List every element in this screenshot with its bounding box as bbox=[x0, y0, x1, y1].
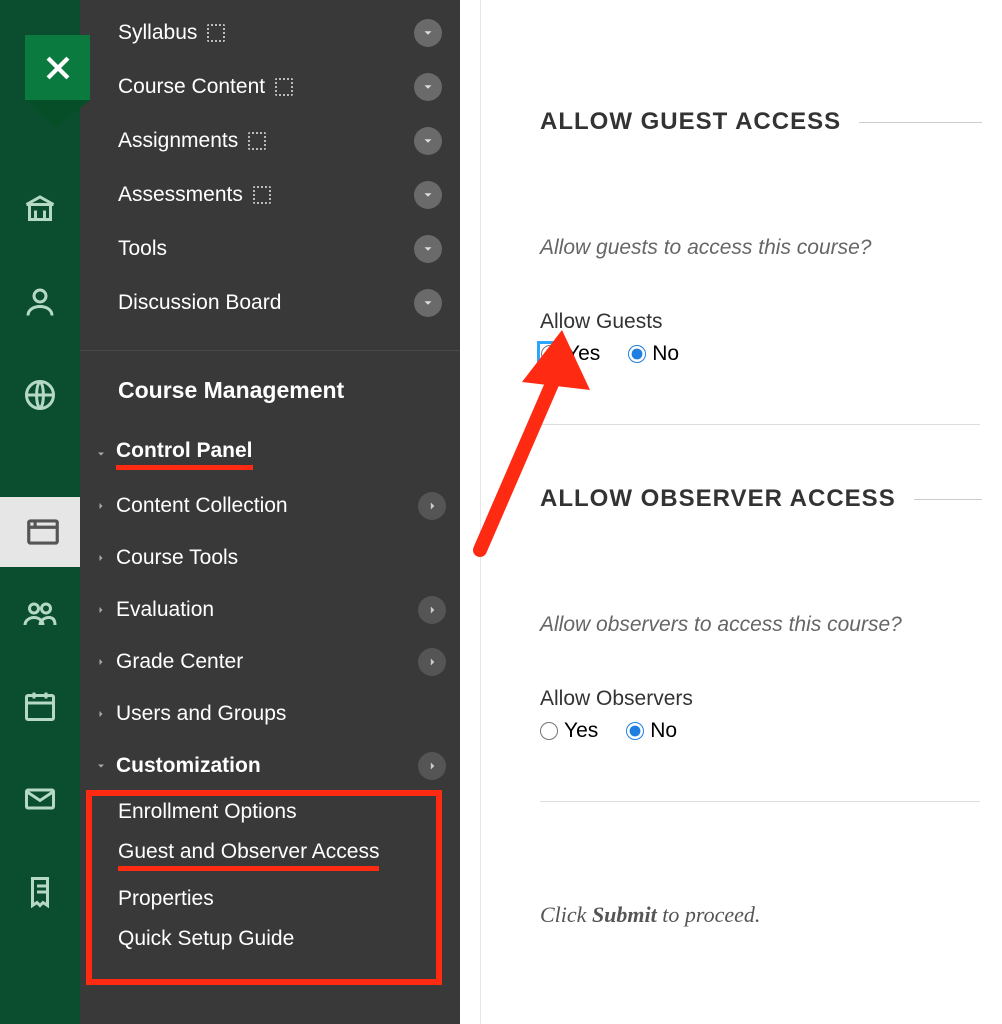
chevron-right-icon bbox=[90, 604, 112, 616]
calendar-icon[interactable] bbox=[21, 687, 59, 725]
separator bbox=[540, 424, 980, 425]
section-desc-observer: Allow observers to access this course? bbox=[540, 613, 982, 637]
cp-evaluation[interactable]: Evaluation bbox=[80, 584, 460, 636]
content-indicator-icon bbox=[248, 132, 266, 150]
course-management-header: Course Management bbox=[80, 351, 460, 428]
control-panel-label: Control Panel bbox=[116, 439, 253, 470]
chevron-down-icon[interactable] bbox=[414, 73, 442, 101]
menu-item-discussion-board[interactable]: Discussion Board bbox=[80, 276, 460, 330]
menu-item-label: Discussion Board bbox=[118, 291, 281, 315]
rule bbox=[859, 122, 982, 123]
radio-group-guests: Yes No bbox=[540, 342, 982, 366]
courses-icon-active[interactable] bbox=[0, 497, 85, 567]
course-menu: Syllabus Course Content Assignments Asse… bbox=[80, 0, 460, 350]
radio-guests-no[interactable]: No bbox=[628, 342, 679, 366]
chevron-down-icon[interactable] bbox=[414, 235, 442, 263]
cp-label: Evaluation bbox=[112, 598, 418, 622]
menu-item-assignments[interactable]: Assignments bbox=[80, 114, 460, 168]
globe-icon[interactable] bbox=[21, 376, 59, 414]
menu-item-label: Tools bbox=[118, 237, 167, 261]
radio-group-observers: Yes No bbox=[540, 719, 982, 743]
menu-item-tools[interactable]: Tools bbox=[80, 222, 460, 276]
section-title-guest: ALLOW GUEST ACCESS bbox=[540, 108, 841, 136]
cp-users-groups[interactable]: Users and Groups bbox=[80, 688, 460, 740]
cp-label: Course Tools bbox=[112, 546, 446, 570]
radio-input[interactable] bbox=[628, 345, 646, 363]
go-icon[interactable] bbox=[418, 752, 446, 780]
nav-rail bbox=[0, 0, 80, 1024]
radio-guests-yes[interactable]: Yes bbox=[540, 342, 600, 366]
field-label-guests: Allow Guests bbox=[540, 310, 982, 334]
close-button[interactable] bbox=[25, 35, 90, 100]
content-indicator-icon bbox=[253, 186, 271, 204]
go-icon[interactable] bbox=[418, 648, 446, 676]
radio-observers-no[interactable]: No bbox=[626, 719, 677, 743]
chevron-down-icon[interactable] bbox=[414, 289, 442, 317]
cp-label: Content Collection bbox=[112, 494, 418, 518]
sub-quick-setup[interactable]: Quick Setup Guide bbox=[80, 919, 460, 959]
profile-icon[interactable] bbox=[21, 283, 59, 321]
sub-guest-observer-access[interactable]: Guest and Observer Access bbox=[80, 832, 460, 879]
chevron-down-icon bbox=[90, 448, 112, 460]
rule bbox=[914, 499, 982, 500]
menu-item-syllabus[interactable]: Syllabus bbox=[80, 6, 460, 60]
sub-enrollment-options[interactable]: Enrollment Options bbox=[80, 792, 460, 832]
chevron-right-icon bbox=[90, 656, 112, 668]
cp-grade-center[interactable]: Grade Center bbox=[80, 636, 460, 688]
cp-label: Users and Groups bbox=[112, 702, 446, 726]
chevron-down-icon[interactable] bbox=[414, 127, 442, 155]
content-indicator-icon bbox=[275, 78, 293, 96]
menu-item-label: Course Content bbox=[118, 75, 265, 99]
separator bbox=[540, 801, 980, 802]
grades-icon[interactable] bbox=[21, 873, 59, 911]
radio-observers-yes[interactable]: Yes bbox=[540, 719, 598, 743]
institution-icon[interactable] bbox=[21, 190, 59, 228]
section-desc-guest: Allow guests to access this course? bbox=[540, 236, 982, 260]
messages-icon[interactable] bbox=[21, 780, 59, 818]
sub-properties[interactable]: Properties bbox=[80, 879, 460, 919]
cp-content-collection[interactable]: Content Collection bbox=[80, 480, 460, 532]
go-icon[interactable] bbox=[418, 596, 446, 624]
groups-icon[interactable] bbox=[21, 594, 59, 632]
close-button-pointer bbox=[25, 100, 90, 128]
main-content: ALLOW GUEST ACCESS Allow guests to acces… bbox=[460, 0, 1002, 1024]
chevron-down-icon[interactable] bbox=[414, 181, 442, 209]
course-sidebar: Syllabus Course Content Assignments Asse… bbox=[80, 0, 460, 1024]
radio-input[interactable] bbox=[626, 722, 644, 740]
section-title-observer: ALLOW OBSERVER ACCESS bbox=[540, 485, 896, 513]
chevron-down-icon[interactable] bbox=[414, 19, 442, 47]
menu-item-label: Assessments bbox=[118, 183, 243, 207]
cp-label: Customization bbox=[112, 754, 418, 778]
cp-course-tools[interactable]: Course Tools bbox=[80, 532, 460, 584]
cp-label: Grade Center bbox=[112, 650, 418, 674]
menu-item-course-content[interactable]: Course Content bbox=[80, 60, 460, 114]
close-icon bbox=[41, 51, 75, 85]
go-icon[interactable] bbox=[418, 492, 446, 520]
annotation-radio-highlight bbox=[540, 344, 560, 364]
content-divider bbox=[480, 0, 481, 1024]
menu-item-label: Assignments bbox=[118, 129, 238, 153]
control-panel-toggle[interactable]: Control Panel bbox=[80, 428, 460, 480]
chevron-down-icon bbox=[90, 760, 112, 772]
cp-customization[interactable]: Customization bbox=[80, 740, 460, 792]
content-indicator-icon bbox=[207, 24, 225, 42]
radio-input[interactable] bbox=[541, 345, 559, 363]
chevron-right-icon bbox=[90, 500, 112, 512]
menu-item-assessments[interactable]: Assessments bbox=[80, 168, 460, 222]
radio-input[interactable] bbox=[540, 722, 558, 740]
chevron-right-icon bbox=[90, 552, 112, 564]
field-label-observers: Allow Observers bbox=[540, 687, 982, 711]
submit-note: Click Submit to proceed. bbox=[460, 902, 1002, 928]
menu-item-label: Syllabus bbox=[118, 21, 197, 45]
chevron-right-icon bbox=[90, 708, 112, 720]
